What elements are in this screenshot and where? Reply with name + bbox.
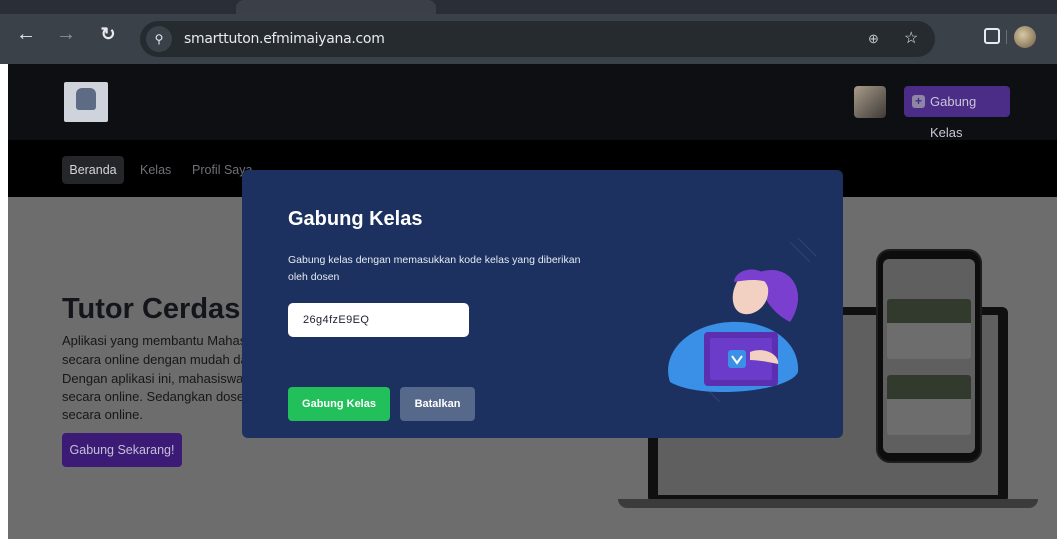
site-info-icon[interactable]: ⚲ <box>146 26 172 52</box>
forward-icon[interactable]: → <box>54 24 78 44</box>
star-icon[interactable]: ☆ <box>904 28 918 48</box>
plus-icon: + <box>912 95 925 108</box>
modal-title: Gabung Kelas <box>288 208 423 230</box>
class-code-input[interactable] <box>288 303 469 337</box>
extensions-icon[interactable] <box>984 28 1000 44</box>
profile-icon[interactable] <box>1014 26 1036 48</box>
hero-text-line: secara online. Sedangkan dose <box>62 389 245 404</box>
hero-text-line: Dengan aplikasi ini, mahasiswa <box>62 371 244 386</box>
back-icon[interactable]: ← <box>14 24 38 44</box>
hero-text-line: secara online. <box>62 407 143 422</box>
avatar[interactable] <box>854 86 886 118</box>
site-header: + Gabung Kelas <box>8 64 1057 140</box>
browser-tabstrip <box>0 0 1057 14</box>
site-logo[interactable] <box>64 82 108 122</box>
join-class-button[interactable]: + Gabung Kelas <box>904 86 1010 140</box>
join-class-button-label: Gabung Kelas <box>930 94 977 140</box>
reload-icon[interactable]: ↻ <box>96 24 120 44</box>
phone-mockup <box>876 249 982 463</box>
student-laptop-illustration <box>668 237 817 403</box>
join-now-button[interactable]: Gabung Sekarang! <box>62 433 182 467</box>
nav-item-beranda[interactable]: Beranda <box>62 156 124 184</box>
hero-title: Tutor Cerdas <box>62 293 241 325</box>
browser-tab[interactable] <box>236 0 436 14</box>
nav-item-kelas[interactable]: Kelas <box>140 156 171 184</box>
laptop-base <box>618 499 1038 508</box>
toolbar-divider <box>1006 30 1007 44</box>
hero-text-line: secara online dengan mudah da <box>62 352 248 367</box>
hero-text-line: Aplikasi yang membantu Mahas <box>62 333 247 348</box>
modal-description: Gabung kelas dengan memasukkan kode kela… <box>288 254 581 283</box>
zoom-icon[interactable]: ⊕ <box>868 31 879 47</box>
join-button[interactable]: Gabung Kelas <box>288 387 390 421</box>
url-text[interactable]: smarttuton.efmimaiyana.com <box>184 31 385 47</box>
cancel-button[interactable]: Batalkan <box>400 387 475 421</box>
address-bar[interactable]: ⚲ smarttuton.efmimaiyana.com ⊕ ☆ <box>140 21 935 57</box>
join-class-modal: Gabung Kelas Gabung kelas dengan memasuk… <box>242 170 843 438</box>
